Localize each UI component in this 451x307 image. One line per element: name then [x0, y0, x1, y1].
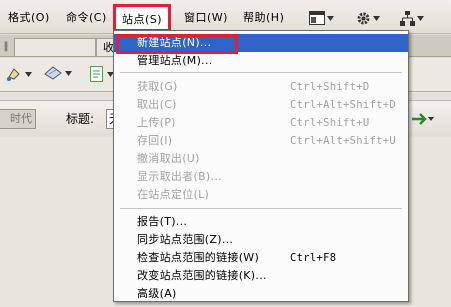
menu-separator	[120, 72, 402, 73]
menu-item-get[interactable]: 获取(G) Ctrl+Shift+D	[114, 78, 408, 96]
menu-item-manage-sites[interactable]: 管理站点(M)...	[114, 52, 408, 70]
menu-commands[interactable]: 命令(C)	[66, 9, 107, 27]
menu-item-reports[interactable]: 报告(T)...	[114, 213, 408, 231]
menubar: 格式(O) 命令(C) 站点(S) 窗口(W) 帮助(H)	[0, 0, 451, 34]
menu-item-undo-checkout[interactable]: 撤消取出(U)	[114, 150, 408, 168]
menu-item-locate-in-site[interactable]: 在站点定位(L)	[114, 186, 408, 204]
layout-icon[interactable]	[309, 10, 334, 26]
menu-item-new-site[interactable]: 新建站点(N)...	[114, 34, 408, 52]
tab-scroll-handle[interactable]: ‖	[0, 38, 12, 56]
menu-site[interactable]: 站点(S)	[113, 4, 172, 32]
menu-item-show-checked-out-by[interactable]: 显示取出者(B)...	[114, 168, 408, 186]
menu-help[interactable]: 帮助(H)	[243, 9, 284, 27]
menu-format[interactable]: 格式(O)	[8, 9, 50, 27]
menu-item-synchronize[interactable]: 同步站点范围(Z)...	[114, 231, 408, 249]
menu-window[interactable]: 窗口(W)	[184, 9, 228, 27]
menu-item-checkout[interactable]: 取出(C) Ctrl+Alt+Shift+D	[114, 96, 408, 114]
menu-item-put[interactable]: 上传(P) Ctrl+Shift+U	[114, 114, 408, 132]
document-icon[interactable]	[90, 66, 114, 82]
paint-icon[interactable]	[6, 66, 32, 82]
eraser-icon[interactable]	[44, 66, 72, 80]
code-view-button[interactable]: 时代码	[0, 109, 36, 129]
menu-item-change-links[interactable]: 改变站点范围的链接(K)...	[114, 267, 408, 285]
chevron-down-icon	[327, 15, 334, 21]
site-tree-icon[interactable]	[400, 10, 424, 26]
title-label: 标题:	[66, 112, 95, 126]
menu-item-advanced[interactable]: 高级(A)	[114, 285, 408, 303]
menu-item-check-links[interactable]: 检查站点范围的链接(W) Ctrl+F8	[114, 249, 408, 267]
site-menu-dropdown: 新建站点(N)... 管理站点(M)... 获取(G) Ctrl+Shift+D …	[113, 30, 409, 302]
menu-item-checkin[interactable]: 存回(I) Ctrl+Alt+Shift+U	[114, 132, 408, 150]
preview-arrow-icon[interactable]	[410, 109, 436, 129]
menu-separator	[120, 208, 402, 209]
tab-blank[interactable]	[14, 38, 96, 56]
gear-icon[interactable]	[356, 10, 380, 26]
